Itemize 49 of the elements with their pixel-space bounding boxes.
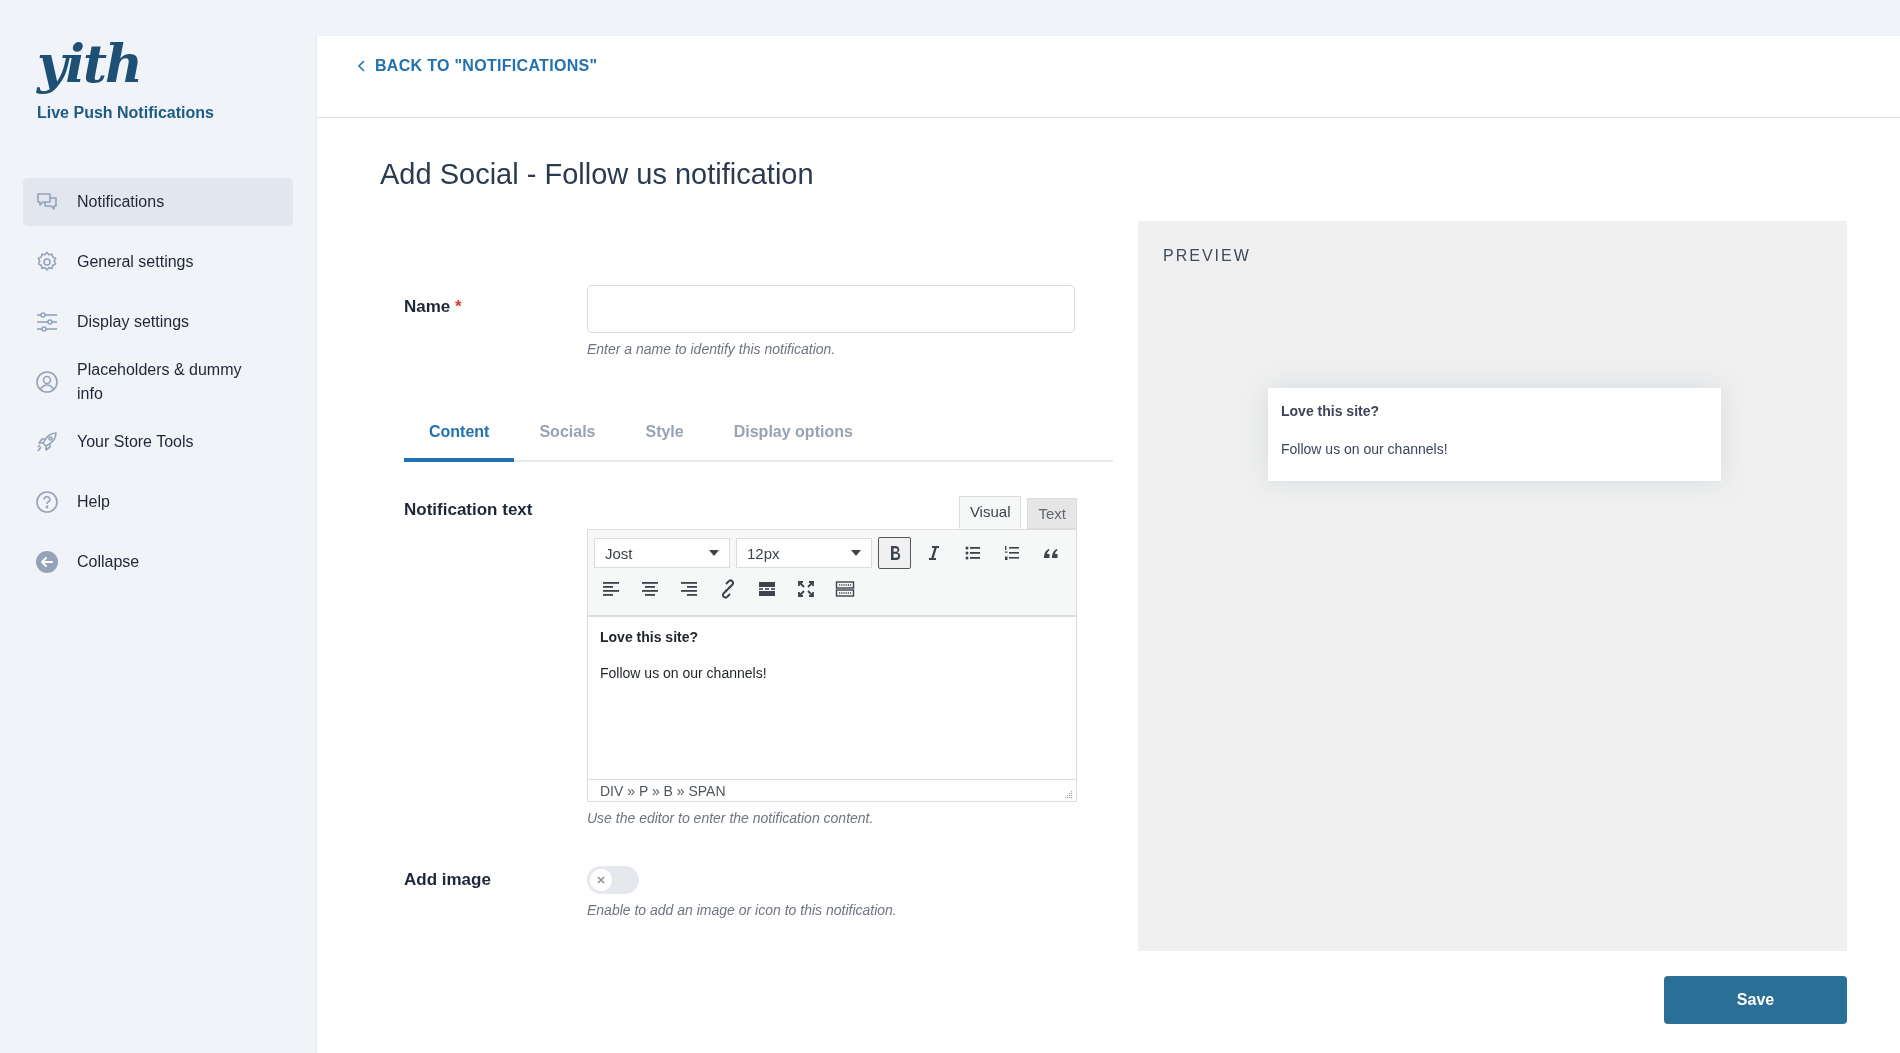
align-center-icon bbox=[639, 579, 660, 599]
more-icon bbox=[756, 579, 777, 599]
size-select[interactable]: 12px bbox=[736, 538, 872, 568]
preview-body: Follow us on our channels! bbox=[1281, 441, 1449, 457]
back-link[interactable]: BACK TO "NOTIFICATIONS" bbox=[357, 57, 598, 75]
sidebar-item[interactable]: Placeholders & dummy info bbox=[23, 358, 293, 406]
align-right-icon bbox=[678, 579, 699, 599]
caret-icon bbox=[709, 550, 719, 556]
font-select[interactable]: Jost bbox=[594, 538, 730, 568]
tab[interactable]: Content bbox=[404, 413, 515, 462]
sliders-icon bbox=[35, 310, 59, 334]
editor-heading-text: Love this site? bbox=[600, 629, 700, 645]
name-input[interactable] bbox=[587, 285, 1075, 333]
user-circle-icon bbox=[35, 370, 59, 394]
sidebar-item[interactable]: Collapse bbox=[23, 538, 293, 586]
fullscreen-icon bbox=[795, 579, 816, 599]
product-name: Live Push Notifications bbox=[37, 104, 215, 122]
notification-text-label: Notification text bbox=[404, 500, 533, 519]
field-description: Use the editor to enter the notification content. bbox=[587, 810, 875, 826]
editor-mode-tab[interactable]: Visual bbox=[958, 496, 1022, 529]
page-title: Add Social - Follow us notification bbox=[380, 158, 815, 191]
sidebar-item[interactable]: Notifications bbox=[23, 178, 293, 226]
brand-logo: yith bbox=[37, 36, 141, 92]
name-label: Name bbox=[404, 297, 451, 316]
editor-body-text: Follow us on our channels! bbox=[600, 665, 768, 681]
field-description: Enter a name to identify this notification. bbox=[587, 341, 837, 357]
element-path: DIV » P » B » SPAN bbox=[600, 783, 726, 799]
preview-title: PREVIEW bbox=[1163, 247, 1252, 265]
editor-mode-tab[interactable]: Text bbox=[1027, 498, 1077, 529]
x-icon bbox=[597, 876, 605, 884]
field-description: Enable to add an image or icon to this notification. bbox=[587, 902, 898, 918]
save-button[interactable]: Save bbox=[1664, 976, 1847, 1024]
sidebar-item[interactable]: Display settings bbox=[23, 298, 293, 346]
sidebar-item[interactable]: General settings bbox=[23, 238, 293, 286]
keyboard-icon bbox=[834, 579, 855, 599]
bold-tool-button[interactable] bbox=[878, 537, 911, 569]
chevron-left-icon bbox=[357, 59, 367, 73]
caret-icon bbox=[851, 550, 861, 556]
required-mark: * bbox=[455, 297, 462, 316]
help-icon bbox=[35, 490, 59, 514]
preview-heading: Love this site? bbox=[1281, 403, 1381, 419]
sidebar-item[interactable]: Help bbox=[23, 478, 293, 526]
align-left-icon bbox=[600, 579, 621, 599]
resize-handle-icon[interactable] bbox=[1064, 790, 1073, 799]
add-image-label: Add image bbox=[404, 870, 491, 889]
rocket-icon bbox=[35, 430, 59, 454]
toggle-switch[interactable] bbox=[587, 866, 639, 894]
sidebar-item[interactable]: Your Store Tools bbox=[23, 418, 293, 466]
settings-icon bbox=[35, 250, 59, 274]
